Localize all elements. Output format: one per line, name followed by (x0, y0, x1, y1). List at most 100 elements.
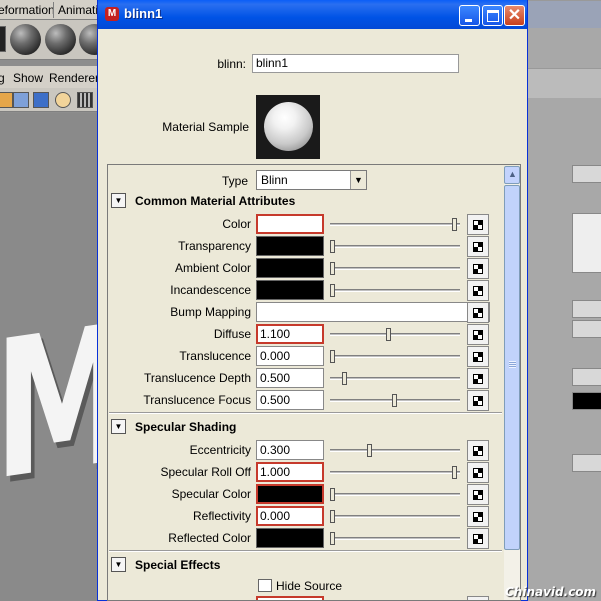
shelf-tool-icon[interactable] (0, 26, 6, 52)
minimize-button[interactable] (459, 5, 480, 26)
collapse-arrow-icon[interactable]: ▼ (111, 557, 126, 572)
slider-handle[interactable] (330, 350, 335, 363)
chevron-down-icon[interactable]: ▼ (350, 171, 366, 189)
slider-handle[interactable] (330, 510, 335, 523)
value-slider[interactable] (330, 372, 460, 386)
map-texture-button[interactable] (467, 528, 489, 549)
scroll-thumb[interactable] (504, 185, 520, 550)
hide-source-checkbox[interactable] (258, 579, 272, 592)
map-texture-button[interactable] (467, 302, 489, 323)
map-texture-button[interactable] (467, 258, 489, 279)
value-slider[interactable] (330, 262, 460, 276)
watermark: Chinavid.com (505, 585, 597, 599)
node-name-field[interactable]: blinn1 (252, 54, 459, 73)
color-swatch[interactable] (256, 214, 324, 234)
value-field[interactable]: 1.100 (256, 324, 324, 344)
titlebar[interactable]: M blinn1 ✕ (98, 0, 527, 29)
collapse-arrow-icon[interactable]: ▼ (111, 419, 126, 434)
checker-icon (473, 264, 483, 274)
color-swatch[interactable] (256, 258, 324, 278)
shelf-sphere-icon[interactable] (10, 24, 41, 55)
value-slider[interactable] (330, 350, 460, 364)
menu-deformation[interactable]: eformation (0, 3, 55, 17)
map-texture-button[interactable] (467, 236, 489, 257)
map-texture-button[interactable] (467, 462, 489, 483)
map-texture-button[interactable] (467, 596, 489, 600)
background-toolbar (527, 68, 601, 98)
attribute-row: Specular Color (108, 483, 503, 505)
slider-handle[interactable] (342, 372, 347, 385)
shelf-sphere-icon[interactable] (45, 24, 76, 55)
section-divider (109, 550, 502, 552)
panel-menu-renderer[interactable]: Renderer (49, 71, 99, 85)
close-button[interactable]: ✕ (504, 5, 525, 26)
color-swatch[interactable] (256, 528, 324, 548)
map-texture-button[interactable] (467, 440, 489, 461)
value-field[interactable]: 0.200 (256, 596, 324, 600)
maximize-button[interactable] (482, 5, 503, 26)
value-field[interactable]: 0.000 (256, 346, 324, 366)
checker-icon (473, 396, 483, 406)
map-texture-button[interactable] (467, 390, 489, 411)
slider-track (330, 515, 460, 518)
map-texture-button[interactable] (467, 346, 489, 367)
attribute-row: Translucence 0.000 (108, 345, 503, 367)
map-texture-button[interactable] (467, 506, 489, 527)
value-field[interactable]: 0.500 (256, 390, 324, 410)
collapse-arrow-icon[interactable]: ▼ (111, 193, 126, 208)
attribute-row: Incandescence (108, 279, 503, 301)
value-field[interactable]: 0.500 (256, 368, 324, 388)
slider-handle[interactable] (330, 284, 335, 297)
type-dropdown[interactable]: Blinn ▼ (256, 170, 367, 190)
map-texture-button[interactable] (467, 484, 489, 505)
checker-icon (473, 468, 483, 478)
slider-handle[interactable] (367, 444, 372, 457)
value-slider[interactable] (330, 488, 460, 502)
value-slider[interactable] (330, 532, 460, 546)
map-texture-button[interactable] (467, 368, 489, 389)
section-header[interactable]: ▼ Specular Shading (109, 417, 502, 437)
attribute-row: Bump Mapping (108, 301, 503, 323)
slider-handle[interactable] (330, 262, 335, 275)
section-header[interactable]: ▼ Common Material Attributes (109, 191, 502, 211)
value-slider[interactable] (330, 444, 460, 458)
section-title: Special Effects (135, 558, 221, 572)
panel-menu-show[interactable]: Show (13, 71, 43, 85)
panel-menu-lighting[interactable]: g (0, 71, 5, 85)
value-slider[interactable] (330, 240, 460, 254)
bump-mapping-field[interactable] (256, 302, 490, 322)
shelf (0, 20, 110, 60)
value-slider[interactable] (330, 466, 460, 480)
slider-handle[interactable] (330, 240, 335, 253)
value-slider[interactable] (330, 510, 460, 524)
scroll-up-button[interactable]: ▲ (504, 166, 520, 184)
attribute-row: Eccentricity 0.300 (108, 439, 503, 461)
value-field[interactable]: 0.300 (256, 440, 324, 460)
value-slider[interactable] (330, 284, 460, 298)
map-texture-button[interactable] (467, 324, 489, 345)
grid-view-icon[interactable] (13, 92, 29, 108)
camera-icon[interactable] (0, 92, 13, 108)
color-swatch[interactable] (256, 236, 324, 256)
section-title: Common Material Attributes (135, 194, 296, 208)
grid-icon[interactable] (77, 92, 93, 108)
slider-handle[interactable] (392, 394, 397, 407)
light-icon[interactable] (55, 92, 71, 108)
value-field[interactable]: 0.000 (256, 506, 324, 526)
value-field[interactable]: 1.000 (256, 462, 324, 482)
eye-icon[interactable] (33, 92, 49, 108)
slider-handle[interactable] (330, 488, 335, 501)
slider-handle[interactable] (386, 328, 391, 341)
value-slider[interactable] (330, 218, 460, 232)
map-texture-button[interactable] (467, 280, 489, 301)
color-swatch[interactable] (256, 280, 324, 300)
slider-handle[interactable] (452, 218, 457, 231)
value-slider[interactable] (330, 394, 460, 408)
slider-handle[interactable] (330, 532, 335, 545)
color-swatch[interactable] (256, 484, 324, 504)
vertical-scrollbar[interactable]: ▲ (504, 166, 520, 600)
value-slider[interactable] (330, 328, 460, 342)
slider-handle[interactable] (452, 466, 457, 479)
map-texture-button[interactable] (467, 214, 489, 235)
section-header[interactable]: ▼ Special Effects (109, 555, 502, 575)
